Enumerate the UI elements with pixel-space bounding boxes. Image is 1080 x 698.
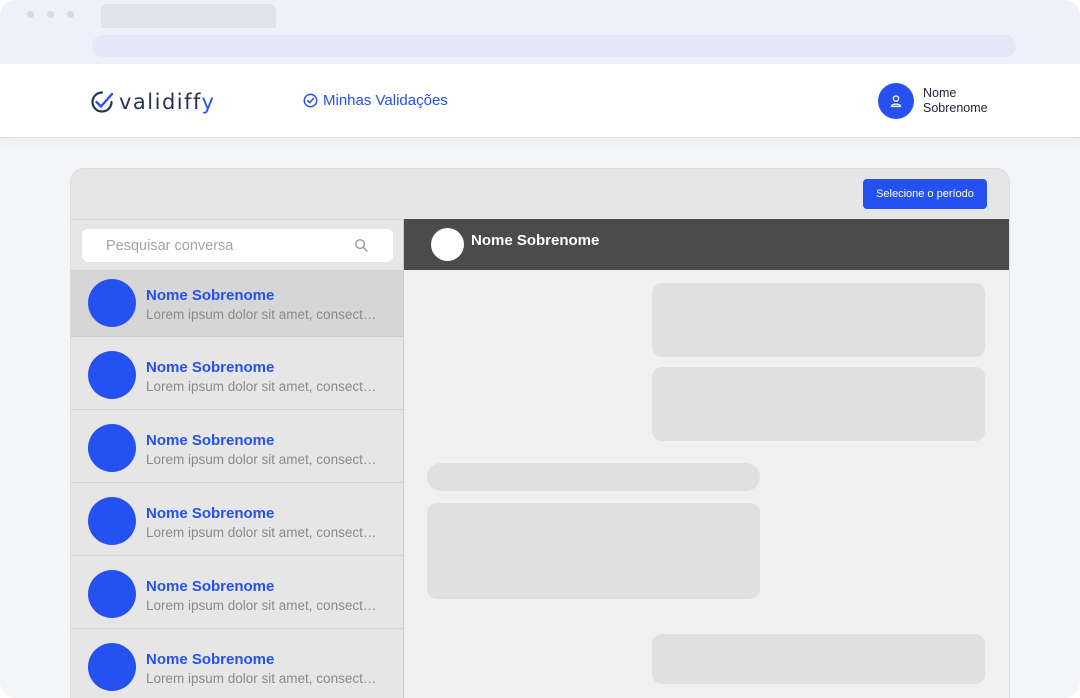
- incoming-message-bubble: [427, 503, 760, 599]
- user-name: Nome Sobrenome: [923, 86, 988, 116]
- contact-avatar: [88, 497, 136, 545]
- user-first-name: Nome: [923, 86, 957, 100]
- window-maximize-dot[interactable]: [67, 11, 74, 18]
- outgoing-message-bubble: [652, 367, 985, 441]
- contact-name: Nome Sobrenome: [146, 505, 275, 522]
- outgoing-message-bubble: [652, 283, 985, 357]
- contact-avatar: [88, 279, 136, 327]
- window-close-dot[interactable]: [27, 11, 34, 18]
- address-bar-placeholder[interactable]: [92, 35, 1016, 57]
- validiffy-logo[interactable]: validiffy: [90, 88, 215, 116]
- conversation-item[interactable]: Nome Sobrenome Lorem ipsum dolor sit ame…: [71, 270, 403, 337]
- check-circle-icon: [303, 93, 318, 108]
- nav-validations-label: Minhas Validações: [323, 92, 448, 109]
- outgoing-message-bubble: [652, 634, 985, 684]
- select-period-button[interactable]: Selecione o período: [863, 179, 987, 209]
- search-icon[interactable]: [354, 238, 369, 253]
- message-preview: Lorem ipsum dolor sit amet, consectetur: [146, 598, 378, 613]
- search-box: [82, 229, 393, 262]
- conversation-item[interactable]: Nome Sobrenome Lorem ipsum dolor sit ame…: [71, 629, 403, 698]
- nav-minhas-validacoes[interactable]: Minhas Validações: [303, 92, 448, 109]
- contact-avatar: [88, 643, 136, 691]
- window-minimize-dot[interactable]: [47, 11, 54, 18]
- logo-accent: y: [201, 89, 216, 114]
- message-preview: Lorem ipsum dolor sit amet, consectetur: [146, 525, 378, 540]
- conversation-item[interactable]: Nome Sobrenome Lorem ipsum dolor sit ame…: [71, 337, 403, 410]
- browser-window: validiffy Minhas Validações Nome Sobreno…: [0, 0, 1080, 698]
- message-preview: Lorem ipsum dolor sit amet, consectetur: [146, 379, 378, 394]
- contact-avatar: [88, 570, 136, 618]
- contact-name: Nome Sobrenome: [146, 287, 275, 304]
- message-preview: Lorem ipsum dolor sit amet, consectetur: [146, 307, 378, 322]
- conversation-item[interactable]: Nome Sobrenome Lorem ipsum dolor sit ame…: [71, 556, 403, 629]
- message-preview: Lorem ipsum dolor sit amet, consectetur: [146, 452, 378, 467]
- contact-avatar: [88, 424, 136, 472]
- search-input[interactable]: [106, 237, 356, 254]
- conversation-item[interactable]: Nome Sobrenome Lorem ipsum dolor sit ame…: [71, 410, 403, 483]
- contact-name: Nome Sobrenome: [146, 359, 275, 376]
- contact-name: Nome Sobrenome: [146, 651, 275, 668]
- user-last-name: Sobrenome: [923, 101, 988, 115]
- contact-name: Nome Sobrenome: [146, 432, 275, 449]
- message-preview: Lorem ipsum dolor sit amet, consectetur: [146, 671, 378, 686]
- contact-avatar: [88, 351, 136, 399]
- app-header: validiffy Minhas Validações Nome Sobreno…: [0, 64, 1080, 138]
- logo-check-icon: [91, 91, 114, 113]
- browser-tab-placeholder[interactable]: [101, 4, 276, 28]
- conversation-list: Nome Sobrenome Lorem ipsum dolor sit ame…: [71, 270, 403, 698]
- logo-text: validiffy: [119, 89, 216, 114]
- incoming-message-bubble: [427, 463, 760, 491]
- conversation-sidebar: Nome Sobrenome Lorem ipsum dolor sit ame…: [71, 219, 404, 698]
- user-icon: [890, 95, 902, 108]
- conversation-item[interactable]: Nome Sobrenome Lorem ipsum dolor sit ame…: [71, 483, 403, 556]
- chat-header: Nome Sobrenome: [404, 219, 1009, 270]
- browser-chrome: [0, 0, 1080, 64]
- chat-contact-avatar[interactable]: [431, 228, 464, 261]
- user-avatar[interactable]: [878, 83, 914, 119]
- contact-name: Nome Sobrenome: [146, 578, 275, 595]
- chat-panel: Selecione o período Nome Sobrenome Lorem…: [70, 168, 1010, 698]
- chat-contact-name: Nome Sobrenome: [471, 232, 600, 249]
- chat-area: Nome Sobrenome: [404, 219, 1009, 698]
- user-menu[interactable]: Nome Sobrenome: [878, 83, 988, 119]
